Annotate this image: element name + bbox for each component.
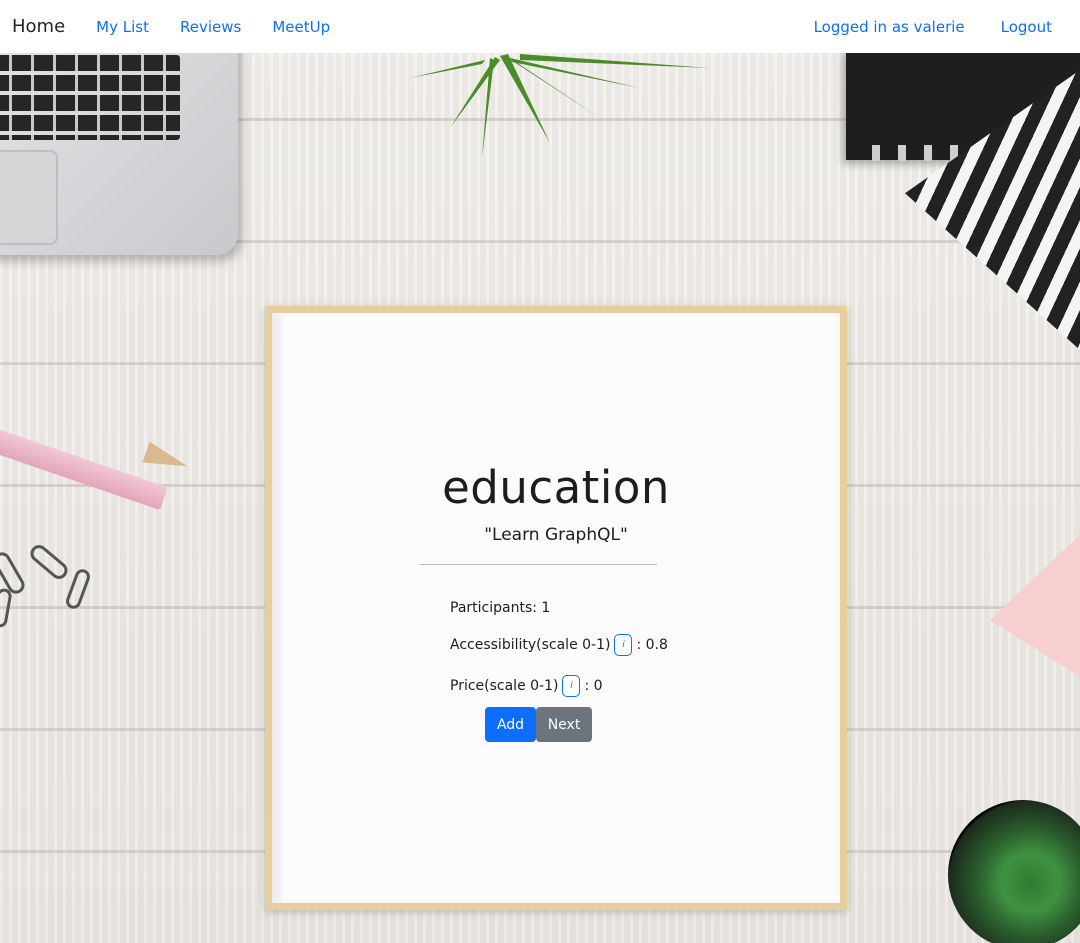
logout-link[interactable]: Logout	[1001, 18, 1052, 36]
accessibility-label: Accessibility(scale 0-1)	[450, 637, 611, 653]
participants-text: Participants: 1	[450, 600, 551, 616]
card-buttons: Add Next	[485, 707, 592, 742]
participants-row: Participants: 1	[450, 598, 550, 618]
pencil-tip-decoration	[142, 441, 192, 477]
add-button[interactable]: Add	[485, 707, 536, 742]
nav-my-list-link[interactable]: My List	[96, 18, 149, 36]
activity-name: "Learn GraphQL"	[484, 525, 628, 545]
price-label: Price(scale 0-1)	[450, 678, 559, 694]
activity-card-frame: education "Learn GraphQL" Participants: …	[265, 306, 847, 910]
pencil-decoration	[0, 420, 168, 511]
accessibility-value: : 0.8	[636, 637, 668, 653]
succulent-plant-decoration	[948, 800, 1080, 943]
navbar: Home My List Reviews MeetUp Logged in as…	[0, 0, 1080, 53]
next-button[interactable]: Next	[536, 707, 592, 742]
accessibility-row: Accessibility(scale 0-1) i : 0.8	[450, 634, 668, 656]
price-row: Price(scale 0-1) i : 0	[450, 675, 603, 697]
activity-category-title: education	[442, 461, 670, 514]
home-link[interactable]: Home	[12, 16, 65, 37]
user-status-link[interactable]: Logged in as valerie	[814, 18, 965, 36]
pink-paper-decoration	[990, 530, 1080, 680]
paper-clips-decoration	[0, 545, 90, 628]
nav-meetup-link[interactable]: MeetUp	[272, 18, 330, 36]
price-info-icon[interactable]: i	[562, 675, 581, 697]
activity-card: education "Learn GraphQL" Participants: …	[272, 313, 840, 903]
accessibility-info-icon[interactable]: i	[614, 634, 633, 656]
price-value: : 0	[584, 678, 603, 694]
navbar-right: Logged in as valerie Logout	[778, 18, 1052, 36]
trackpad-decoration	[0, 150, 58, 245]
keyboard-decoration	[0, 55, 180, 140]
divider	[420, 564, 657, 565]
plant-leaves-decoration	[410, 54, 710, 158]
nav-reviews-link[interactable]: Reviews	[180, 18, 241, 36]
